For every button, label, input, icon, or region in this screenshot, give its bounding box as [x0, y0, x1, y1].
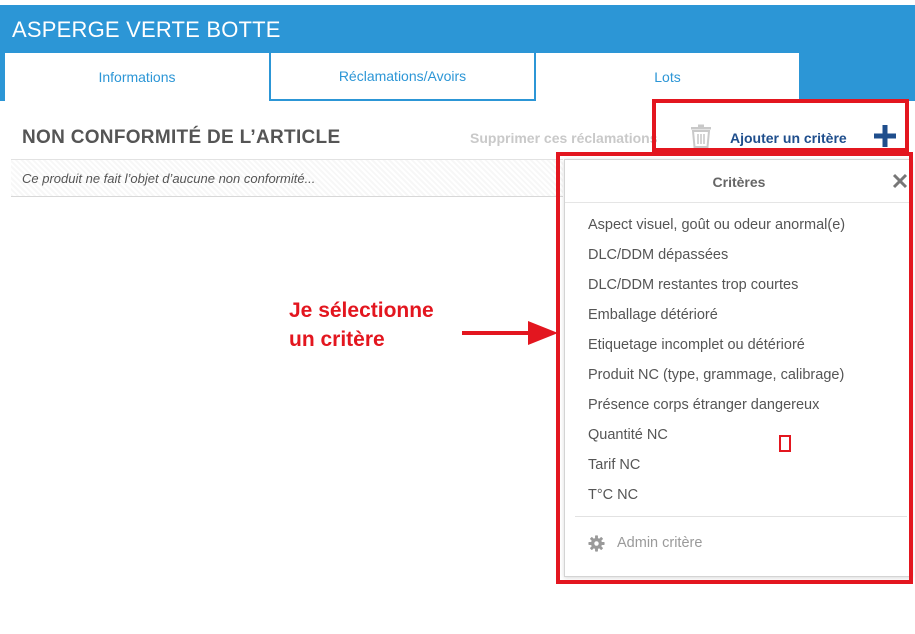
highlight-box-criteria-menu — [556, 152, 913, 584]
tab-informations[interactable]: Informations — [5, 53, 270, 101]
annotation-line-2: un critère — [289, 328, 385, 351]
empty-notice-text: Ce produit ne fait l’objet d’aucune non … — [22, 171, 316, 186]
annotation-text: Je sélectionne un critère — [289, 296, 434, 354]
page-title: ASPERGE VERTE BOTTE — [12, 17, 281, 42]
text-cursor-marker — [779, 435, 791, 452]
arrow-right-icon — [462, 321, 558, 345]
delete-claims-link[interactable]: Supprimer ces réclamations — [470, 130, 658, 146]
empty-notice-row: Ce produit ne fait l’objet d’aucune non … — [11, 159, 563, 197]
tab-lots[interactable]: Lots — [535, 53, 800, 101]
tab-reclamations-avoirs[interactable]: Réclamations/Avoirs — [270, 53, 535, 101]
section-title: NON CONFORMITÉ DE L’ARTICLE — [22, 127, 341, 148]
page: ASPERGE VERTE BOTTE Informations Réclama… — [0, 0, 915, 634]
annotation-line-1: Je sélectionne — [289, 299, 434, 322]
tab-bar: Informations Réclamations/Avoirs Lots — [5, 53, 800, 101]
highlight-box-add-criterion — [652, 99, 909, 152]
